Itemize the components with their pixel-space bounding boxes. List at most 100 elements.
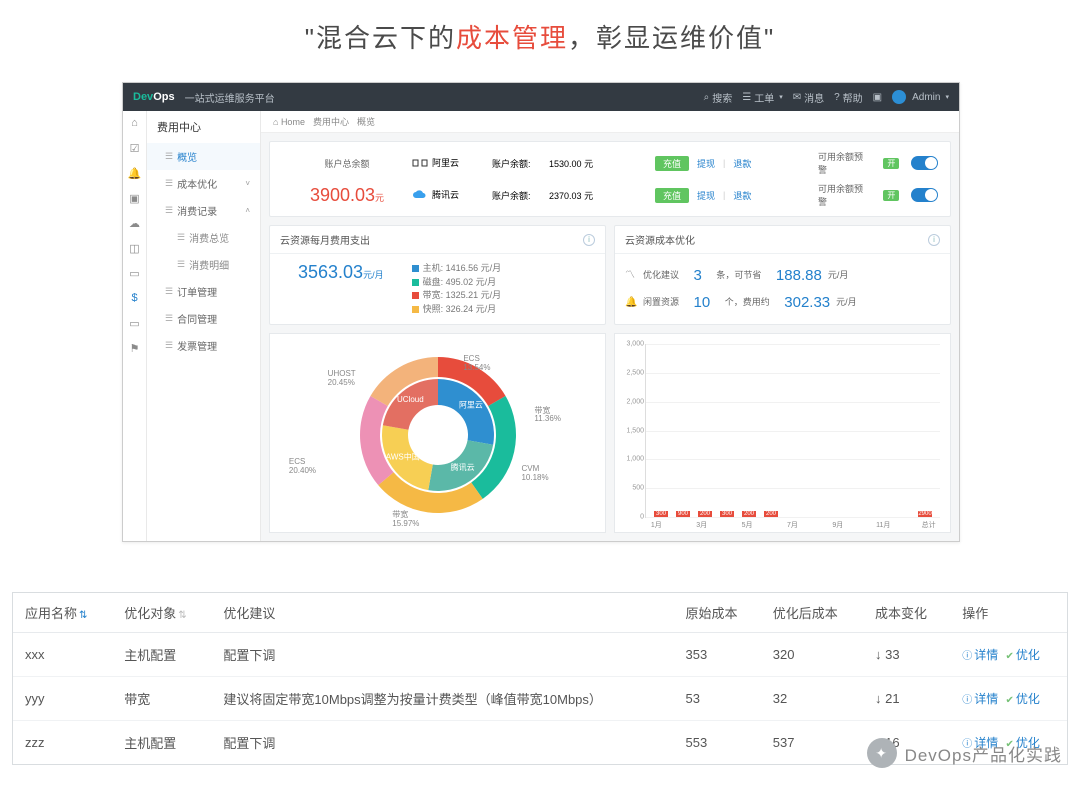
refund-link[interactable]: 退款 xyxy=(733,157,751,170)
col-header[interactable]: 应用名称⇅ xyxy=(13,593,112,633)
sidebar-item[interactable]: ☰合同管理 xyxy=(147,305,260,332)
home-icon[interactable]: ⌂ Home xyxy=(273,117,305,127)
app-frame: DevOps 一站式运维服务平台 ⌕搜索 ☰工单▾ ✉消息 ?帮助 ▣ Admi… xyxy=(122,82,960,542)
check-icon[interactable]: ☑ xyxy=(129,142,141,154)
svg-text:AWS中国: AWS中国 xyxy=(385,452,419,462)
nav-search[interactable]: ⌕搜索 xyxy=(704,90,733,105)
sidebar-item[interactable]: ☰概览 xyxy=(147,143,260,170)
sidebar-item[interactable]: ☰消费记录˄ xyxy=(147,197,260,224)
sidebar: 费用中心 ☰概览☰成本优化˅☰消费记录˄☰消费总览☰消费明细☰订单管理☰合同管理… xyxy=(147,111,261,541)
monthly-spend-panel: 云资源每月费用支出i 3563.03元/月 主机: 1416.56 元/月磁盘:… xyxy=(269,225,606,325)
card-icon[interactable]: ▭ xyxy=(129,317,141,329)
donut-chart: 阿里云腾讯云 AWS中国 UCloud UHOST20.45% ECS13.54% 带宽1… xyxy=(269,333,606,533)
tagline: 一站式运维服务平台 xyxy=(185,90,275,105)
optimize-link[interactable]: ✔优化 xyxy=(1005,692,1039,706)
account-summary: 账户总余额 阿里云 账户余额: 1530.00 元 充值 提现 | 退款 可用余… xyxy=(269,141,951,217)
col-header[interactable]: 成本变化 xyxy=(863,593,950,633)
detail-link[interactable]: ⓘ详情 xyxy=(962,692,998,706)
nav-workorder[interactable]: ☰工单▾ xyxy=(742,90,782,105)
sidebar-title: 费用中心 xyxy=(147,111,260,143)
svg-text:阿里云: 阿里云 xyxy=(458,400,482,409)
doc-icon: ☰ xyxy=(177,232,185,243)
recharge-button[interactable]: 充值 xyxy=(655,188,689,203)
watermark: ✦ DevOps产品化实践 xyxy=(867,738,1062,768)
home-icon[interactable]: ⌂ xyxy=(129,117,141,129)
mail-icon: ✉ xyxy=(793,92,801,103)
bag-icon[interactable]: ▣ xyxy=(129,192,141,204)
nav-message[interactable]: ✉消息 xyxy=(793,90,824,105)
nav-help[interactable]: ?帮助 xyxy=(834,90,863,105)
help-icon: ? xyxy=(834,92,840,103)
doc-icon: ☰ xyxy=(742,92,751,103)
doc-icon: ☰ xyxy=(165,340,173,351)
donut-label: UHOST20.45% xyxy=(328,370,356,388)
bar: 200 xyxy=(698,511,712,517)
doc-icon: ☰ xyxy=(165,286,173,297)
col-header[interactable]: 优化对象⇅ xyxy=(112,593,211,633)
page-title: "混合云下的成本管理，彰显运维价值" xyxy=(0,0,1080,65)
cloud-aliyun: 阿里云 xyxy=(412,156,492,171)
alert-toggle[interactable] xyxy=(911,156,938,170)
spend-item: 主机: 1416.56 元/月 xyxy=(412,262,502,276)
wechat-icon: ✦ xyxy=(867,738,897,768)
balance-label: 账户总余额 xyxy=(282,157,412,170)
bell-icon: 🔔 xyxy=(625,294,637,312)
sidebar-item[interactable]: ☰订单管理 xyxy=(147,278,260,305)
donut-label: ECS20.40% xyxy=(289,458,316,476)
bell-icon[interactable]: 🔔 xyxy=(129,167,141,179)
flag-icon[interactable]: ⚑ xyxy=(129,342,141,354)
donut-label: 带宽11.36% xyxy=(534,407,561,425)
refund-link[interactable]: 退款 xyxy=(733,189,751,202)
total-balance: 3900.03元 xyxy=(282,185,412,206)
dollar-icon[interactable]: $ xyxy=(129,292,141,304)
col-header[interactable]: 原始成本 xyxy=(674,593,761,633)
avatar xyxy=(892,90,906,104)
doc-icon: ☰ xyxy=(177,259,185,270)
donut-label: ECS13.54% xyxy=(463,355,490,373)
search-icon: ⌕ xyxy=(704,92,710,103)
doc-icon: ☰ xyxy=(165,178,173,189)
icon-rail: ⌂ ☑ 🔔 ▣ ☁ ◫ ▭ $ ▭ ⚑ xyxy=(123,111,147,541)
bar: 900 xyxy=(676,511,690,517)
alert-toggle-label: 可用余额预警 xyxy=(818,150,869,176)
bar-chart: 05001,0001,5002,0002,5003,00030090020030… xyxy=(614,333,951,533)
donut-label: CVM10.18% xyxy=(521,465,548,483)
aliyun-balance: 账户余额: 1530.00 元 xyxy=(492,157,655,170)
chevron-down-icon: ▾ xyxy=(945,93,949,101)
info-icon[interactable]: i xyxy=(583,234,595,246)
doc-icon: ☰ xyxy=(165,205,173,216)
camera-icon[interactable]: ▭ xyxy=(129,267,141,279)
spend-item: 带宽: 1325.21 元/月 xyxy=(412,289,502,303)
sidebar-item[interactable]: ☰消费明细 xyxy=(147,251,260,278)
donut-label: 带宽15.97% xyxy=(392,511,419,529)
nav-user[interactable]: Admin▾ xyxy=(892,90,949,104)
withdraw-link[interactable]: 提现 xyxy=(697,157,715,170)
cost-opt-panel: 云资源成本优化i 〽优化建议 3 条，可节省 188.88元/月 🔔闲置资源 1… xyxy=(614,225,951,325)
col-header[interactable]: 优化建议 xyxy=(211,593,673,633)
svg-text:UCloud: UCloud xyxy=(397,395,424,404)
sidebar-item[interactable]: ☰消费总览 xyxy=(147,224,260,251)
cloud-tencent: 腾讯云 xyxy=(412,188,492,203)
sidebar-item[interactable]: ☰成本优化˅ xyxy=(147,170,260,197)
spend-item: 快照: 326.24 元/月 xyxy=(412,303,502,317)
nav-briefcase[interactable]: ▣ xyxy=(873,92,882,103)
bar: 200 xyxy=(764,511,778,517)
breadcrumb: ⌂ Home 费用中心 概览 xyxy=(261,111,959,133)
optimize-link[interactable]: ✔优化 xyxy=(1005,648,1039,662)
detail-link[interactable]: ⓘ详情 xyxy=(962,648,998,662)
bar: 300 xyxy=(654,511,668,517)
alert-toggle[interactable] xyxy=(911,188,938,202)
sidebar-item[interactable]: ☰发票管理 xyxy=(147,332,260,359)
bar: 200 xyxy=(742,511,756,517)
crumb-a[interactable]: 费用中心 xyxy=(313,115,349,128)
svg-text:腾讯云: 腾讯云 xyxy=(450,462,474,472)
col-header[interactable]: 操作 xyxy=(950,593,1067,633)
withdraw-link[interactable]: 提现 xyxy=(697,189,715,202)
col-header[interactable]: 优化后成本 xyxy=(761,593,863,633)
table-row: xxx主机配置配置下调35332033ⓘ详情 ✔优化 xyxy=(13,633,1067,677)
recharge-button[interactable]: 充值 xyxy=(655,156,689,171)
doc-icon: ☰ xyxy=(165,313,173,324)
cloud-icon[interactable]: ☁ xyxy=(129,217,141,229)
box-icon[interactable]: ◫ xyxy=(129,242,141,254)
info-icon[interactable]: i xyxy=(928,234,940,246)
